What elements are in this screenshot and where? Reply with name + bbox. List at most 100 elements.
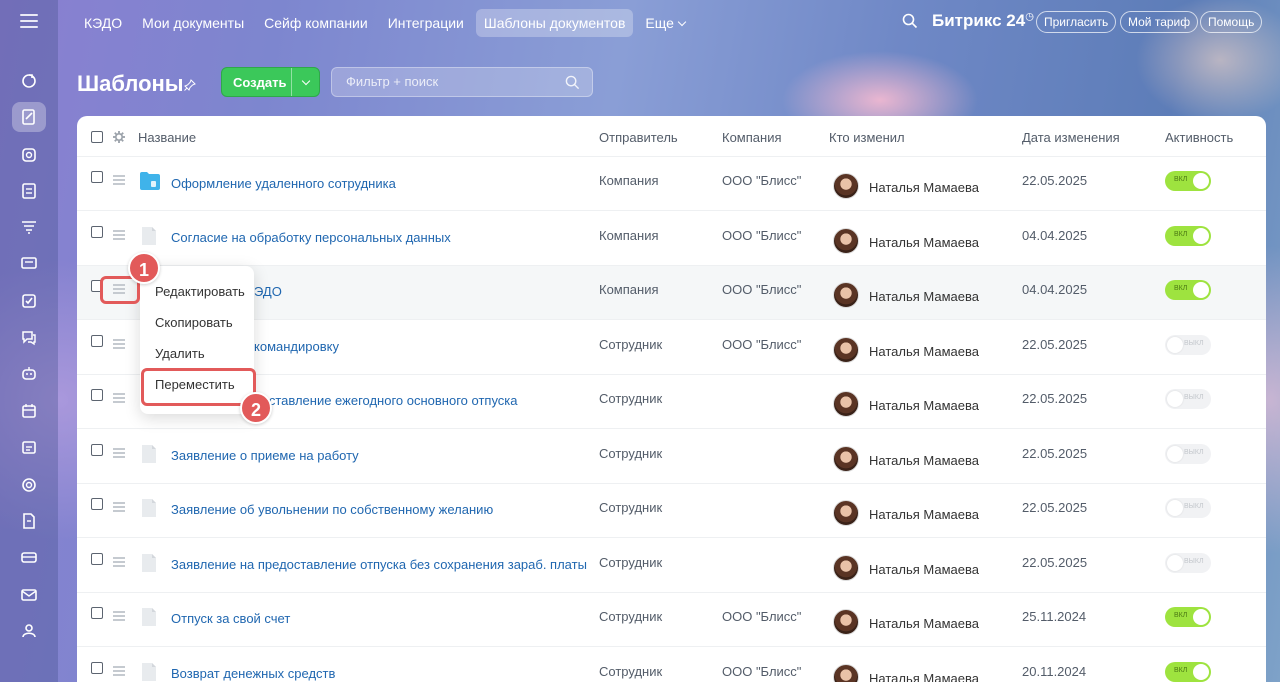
modified-by-user[interactable]: Наталья Мамаева bbox=[869, 671, 979, 682]
table-row[interactable]: Заявление о приеме на работу Сотрудник Нат… bbox=[77, 430, 1266, 484]
avatar[interactable] bbox=[833, 446, 859, 472]
nav-tab-5[interactable]: Еще bbox=[637, 9, 693, 37]
table-row[interactable]: Отпуск за свой счет Сотрудник ООО "Блисс" Н… bbox=[77, 593, 1266, 647]
tariff-button[interactable]: Мой тариф bbox=[1120, 11, 1199, 33]
safe-icon[interactable] bbox=[12, 140, 46, 170]
table-row[interactable]: Заявление на предоставление отпуска без … bbox=[77, 539, 1266, 593]
template-name-link[interactable]: Возврат денежных средств bbox=[171, 666, 335, 681]
table-row[interactable]: ЭДО Компания ООО "Блисс" Наталья Мамаева 04.… bbox=[77, 266, 1266, 320]
notes-icon[interactable] bbox=[12, 176, 46, 206]
avatar[interactable] bbox=[833, 609, 859, 635]
template-name-link[interactable]: ЭДО bbox=[254, 284, 282, 299]
invite-button[interactable]: Пригласить bbox=[1036, 11, 1117, 33]
document-icon[interactable] bbox=[12, 506, 46, 536]
menu-item-delete[interactable]: Удалить bbox=[155, 346, 205, 361]
activity-toggle[interactable]: ВКЛ bbox=[1165, 226, 1211, 246]
help-button[interactable]: Помощь bbox=[1200, 11, 1263, 33]
filter-icon[interactable] bbox=[12, 212, 46, 242]
activity-toggle[interactable]: ВКЛ bbox=[1165, 607, 1211, 627]
chat-icon[interactable] bbox=[12, 322, 46, 352]
contacts-card-icon[interactable] bbox=[12, 248, 46, 278]
row-checkbox[interactable] bbox=[91, 553, 103, 565]
row-checkbox[interactable] bbox=[91, 444, 103, 456]
row-checkbox[interactable] bbox=[91, 389, 103, 401]
template-name-link[interactable]: Согласие на обработку персональных данны… bbox=[171, 230, 451, 245]
modified-by-user[interactable]: Наталья Мамаева bbox=[869, 180, 979, 195]
row-checkbox[interactable] bbox=[91, 607, 103, 619]
column-header-name[interactable]: Название bbox=[138, 130, 196, 145]
drag-handle-icon[interactable] bbox=[113, 448, 125, 461]
calendar-list-icon[interactable] bbox=[12, 432, 46, 462]
drag-handle-icon[interactable] bbox=[113, 230, 125, 243]
menu-item-copy[interactable]: Скопировать bbox=[155, 315, 233, 330]
row-checkbox[interactable] bbox=[91, 498, 103, 510]
template-name-link[interactable]: Заявление на предоставление отпуска без … bbox=[171, 557, 587, 572]
column-header-modified-by[interactable]: Кто изменил bbox=[829, 130, 905, 145]
team-icon[interactable] bbox=[12, 616, 46, 646]
column-header-company[interactable]: Компания bbox=[722, 130, 782, 145]
avatar[interactable] bbox=[833, 555, 859, 581]
activity-toggle[interactable]: ВКЛ bbox=[1165, 280, 1211, 300]
row-checkbox[interactable] bbox=[91, 662, 103, 674]
calendar-icon[interactable] bbox=[12, 396, 46, 426]
menu-burger-icon[interactable] bbox=[20, 14, 38, 28]
robot-icon[interactable] bbox=[12, 358, 46, 388]
nav-tab-4[interactable]: Шаблоны документов bbox=[475, 9, 634, 37]
modified-by-user[interactable]: Наталья Мамаева bbox=[869, 562, 979, 577]
drag-handle-icon[interactable] bbox=[113, 339, 125, 352]
drag-handle-icon[interactable] bbox=[113, 557, 125, 570]
nav-tab-2[interactable]: Сейф компании bbox=[256, 9, 376, 37]
nav-tab-1[interactable]: Мои документы bbox=[134, 9, 252, 37]
row-checkbox[interactable] bbox=[91, 335, 103, 347]
activity-toggle[interactable]: ВЫКЛ bbox=[1165, 389, 1211, 409]
nav-tab-0[interactable]: КЭДО bbox=[76, 9, 130, 37]
column-header-activity[interactable]: Активность bbox=[1165, 130, 1233, 145]
activity-toggle[interactable]: ВКЛ bbox=[1165, 662, 1211, 682]
avatar[interactable] bbox=[833, 282, 859, 308]
row-checkbox[interactable] bbox=[91, 171, 103, 183]
modified-by-user[interactable]: Наталья Мамаева bbox=[869, 453, 979, 468]
menu-item-edit[interactable]: Редактировать bbox=[155, 284, 245, 299]
activity-toggle[interactable]: ВЫКЛ bbox=[1165, 498, 1211, 518]
avatar[interactable] bbox=[833, 337, 859, 363]
avatar[interactable] bbox=[833, 664, 859, 682]
drag-handle-icon[interactable] bbox=[113, 175, 125, 188]
table-row[interactable]: Согласие на обработку персональных данны… bbox=[77, 212, 1266, 266]
modified-by-user[interactable]: Наталья Мамаева bbox=[869, 616, 979, 631]
avatar[interactable] bbox=[833, 500, 859, 526]
activity-toggle[interactable]: ВЫКЛ bbox=[1165, 444, 1211, 464]
modified-by-user[interactable]: Наталья Мамаева bbox=[869, 507, 979, 522]
tasks-check-icon[interactable] bbox=[12, 286, 46, 316]
template-name-link[interactable]: командировку bbox=[254, 339, 339, 354]
avatar[interactable] bbox=[833, 391, 859, 417]
create-dropdown-chevron-icon[interactable] bbox=[291, 68, 319, 96]
modified-by-user[interactable]: Наталья Мамаева bbox=[869, 289, 979, 304]
search-icon[interactable] bbox=[565, 75, 580, 90]
nav-tab-3[interactable]: Интеграции bbox=[380, 9, 472, 37]
search-icon[interactable] bbox=[902, 13, 918, 29]
column-header-sender[interactable]: Отправитель bbox=[599, 130, 678, 145]
table-row[interactable]: командировку Сотрудник ООО "Блисс" Наталья … bbox=[77, 321, 1266, 375]
card-icon[interactable] bbox=[12, 542, 46, 572]
drag-handle-icon[interactable] bbox=[113, 502, 125, 515]
drag-handle-icon[interactable] bbox=[113, 666, 125, 679]
filter-search-input[interactable]: Фильтр + поиск bbox=[331, 67, 593, 97]
document-sign-icon[interactable] bbox=[12, 102, 46, 132]
mail-icon[interactable] bbox=[12, 580, 46, 610]
modified-by-user[interactable]: Наталья Мамаева bbox=[869, 344, 979, 359]
modified-by-user[interactable]: Наталья Мамаева bbox=[869, 398, 979, 413]
activity-toggle[interactable]: ВЫКЛ bbox=[1165, 335, 1211, 355]
row-checkbox[interactable] bbox=[91, 226, 103, 238]
template-name-link[interactable]: доставление ежегодного основного отпуска bbox=[254, 393, 518, 408]
column-header-modified-date[interactable]: Дата изменения bbox=[1022, 130, 1120, 145]
avatar[interactable] bbox=[833, 228, 859, 254]
target-icon[interactable] bbox=[12, 470, 46, 500]
template-name-link[interactable]: Оформление удаленного сотрудника bbox=[171, 176, 396, 191]
table-row[interactable]: Оформление удаленного сотрудника Компания… bbox=[77, 157, 1266, 211]
create-button[interactable]: Создать bbox=[221, 67, 320, 97]
refresh-icon[interactable] bbox=[12, 66, 46, 96]
table-row[interactable]: Возврат денежных средств Сотрудник ООО "Бл… bbox=[77, 648, 1266, 682]
modified-by-user[interactable]: Наталья Мамаева bbox=[869, 235, 979, 250]
activity-toggle[interactable]: ВКЛ bbox=[1165, 171, 1211, 191]
drag-handle-icon[interactable] bbox=[113, 611, 125, 624]
